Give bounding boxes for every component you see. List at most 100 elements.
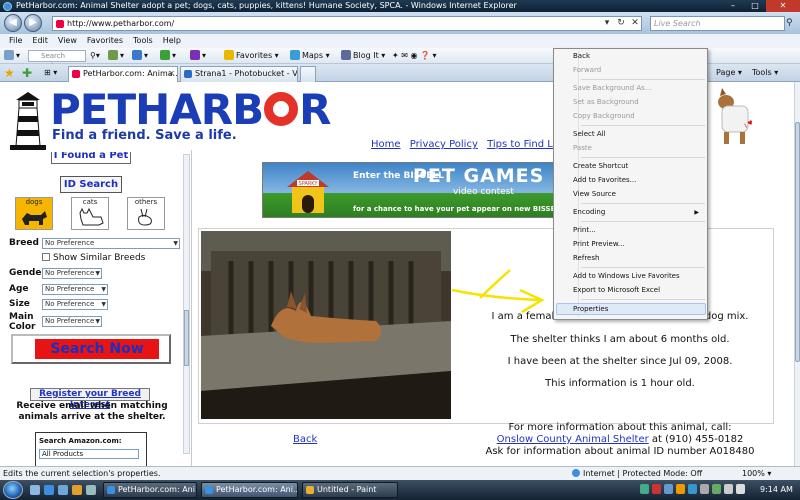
quicklaunch-more-icon[interactable]	[86, 485, 96, 495]
tab-petharbor[interactable]: PetHarbor.com: Anima... ✕	[68, 66, 178, 82]
address-dropdown-icon[interactable]: ▾	[600, 16, 614, 31]
ctx-export-excel[interactable]: Export to Microsoft Excel	[573, 285, 660, 296]
blogit-button[interactable]: Blog It ▾	[341, 50, 385, 62]
found-pet-button[interactable]: I Found a Pet	[51, 152, 131, 164]
quick-tabs-icon[interactable]: ⊞ ▾	[44, 67, 57, 79]
tray-icon[interactable]	[640, 484, 649, 494]
privacy-policy-link[interactable]: Privacy Policy	[410, 139, 478, 150]
stop-icon[interactable]: ✕	[628, 16, 642, 31]
tray-icon[interactable]	[664, 484, 673, 494]
add-favorite-icon[interactable]: ✚	[22, 66, 32, 80]
search-now-button[interactable]: Search Now	[11, 334, 171, 364]
ctx-create-shortcut[interactable]: Create Shortcut	[573, 161, 628, 172]
show-desktop-icon[interactable]	[30, 485, 40, 495]
ctx-encoding[interactable]: Encoding	[573, 207, 605, 218]
ctx-refresh[interactable]: Refresh	[573, 253, 599, 264]
ie-quicklaunch-icon[interactable]	[44, 485, 54, 495]
ctx-copy-background[interactable]: Copy Background	[573, 111, 635, 122]
sidebar-scrollbar[interactable]	[183, 154, 190, 454]
toolbar-arrow-icon[interactable]: ▾	[132, 50, 148, 62]
security-zone[interactable]: Internet | Protected Mode: Off	[572, 467, 702, 480]
volume-icon[interactable]	[736, 484, 745, 494]
home-link[interactable]: Home	[371, 139, 401, 150]
switch-windows-icon[interactable]	[58, 485, 68, 495]
petharbor-logo[interactable]: PETHARB R	[50, 88, 331, 132]
ctx-paste[interactable]: Paste	[573, 143, 592, 154]
toolbar-extra-icons[interactable]: ✦ ✉ ◉ ❓ ▾	[392, 50, 437, 62]
favorites-center-icon[interactable]: ★	[4, 66, 15, 80]
tray-icon[interactable]	[676, 484, 685, 494]
tab-photobucket[interactable]: Strana1 - Photobucket - Vi...	[180, 66, 298, 82]
maximize-button[interactable]: □	[744, 0, 766, 12]
close-button[interactable]: ✕	[766, 0, 800, 12]
back-button[interactable]: ◀	[4, 14, 22, 32]
page-scroll-thumb[interactable]	[795, 122, 800, 362]
ctx-add-live-favorites[interactable]: Add to Windows Live Favorites	[573, 271, 680, 282]
ctx-save-background[interactable]: Save Background As...	[573, 83, 652, 94]
search-icon[interactable]: ⚲	[786, 16, 798, 31]
ctx-print[interactable]: Print...	[573, 225, 596, 236]
menu-file[interactable]: File	[4, 34, 27, 48]
sidebar-scroll-thumb[interactable]	[184, 310, 189, 366]
menu-help[interactable]: Help	[158, 34, 186, 48]
tray-icon[interactable]	[700, 484, 709, 494]
tray-icon[interactable]	[712, 484, 721, 494]
network-icon[interactable]	[724, 484, 733, 494]
id-search-button[interactable]: ID Search	[60, 176, 122, 193]
ctx-select-all[interactable]: Select All	[573, 129, 606, 140]
live-search-input[interactable]: Live Search	[650, 16, 785, 31]
ctx-print-preview[interactable]: Print Preview...	[573, 239, 625, 250]
menu-favorites[interactable]: Favorites	[82, 34, 128, 48]
toolbar-search-icon[interactable]: ⚲▾	[90, 50, 100, 62]
new-tab-button[interactable]	[300, 66, 316, 82]
ctx-set-background[interactable]: Set as Background	[573, 97, 639, 108]
dog-photo[interactable]	[201, 231, 451, 419]
menu-view[interactable]: View	[53, 34, 82, 48]
refresh-icon[interactable]: ↻	[614, 16, 628, 31]
forward-button[interactable]: ▶	[24, 14, 42, 32]
folder-icon[interactable]	[72, 485, 82, 495]
taskbar-petharbor-2[interactable]: PetHarbor.com: Ani...	[201, 482, 298, 498]
menu-edit[interactable]: Edit	[27, 34, 53, 48]
tab-close-icon[interactable]: ✕	[168, 67, 175, 81]
menu-tools[interactable]: Tools	[128, 34, 158, 48]
page-menu[interactable]: Page ▾	[716, 67, 742, 79]
cats-filter[interactable]: cats	[71, 197, 109, 230]
minimize-button[interactable]: –	[722, 0, 744, 12]
maps-button[interactable]: Maps ▾	[290, 50, 330, 62]
gender-select[interactable]: No Preference ▼	[42, 268, 102, 279]
size-select[interactable]: No Preference ▼	[42, 299, 108, 310]
breed-select[interactable]: No Preference ▼	[42, 238, 180, 249]
start-button[interactable]	[3, 481, 23, 499]
tray-icon[interactable]	[652, 484, 661, 494]
similar-breeds-checkbox[interactable]: Show Similar Breeds	[42, 253, 145, 263]
clock[interactable]: 9:14 AM	[760, 482, 793, 498]
tools-menu[interactable]: Tools ▾	[752, 67, 778, 79]
mail-icon[interactable]: ▾	[108, 50, 124, 62]
ctx-properties[interactable]: Properties	[573, 304, 608, 315]
ctx-view-source[interactable]: View Source	[573, 189, 616, 200]
age-select[interactable]: No Preference ▼	[42, 284, 108, 295]
register-breed-interest-button[interactable]: Register your Breed Interest	[30, 388, 150, 410]
others-filter[interactable]: others	[127, 197, 165, 230]
shelter-link[interactable]: Onslow County Animal Shelter	[497, 434, 649, 445]
ctx-forward[interactable]: Forward	[573, 65, 601, 76]
ctx-back[interactable]: Back	[573, 51, 590, 62]
zoom-level[interactable]: 100% ▾	[742, 467, 771, 480]
grid-icon[interactable]: ▾	[4, 50, 20, 62]
tray-icon[interactable]	[688, 484, 697, 494]
ctx-add-favorites[interactable]: Add to Favorites...	[573, 175, 636, 186]
green-plus-icon[interactable]: ▾	[160, 50, 176, 62]
toolbar-search-input[interactable]: Search web...	[28, 50, 86, 70]
page-scrollbar[interactable]	[794, 82, 800, 466]
main-color-select[interactable]: No Preference ▼	[42, 316, 102, 327]
yahoo-icon[interactable]: ▾	[190, 50, 206, 62]
amazon-category-select[interactable]: All Products	[39, 449, 139, 459]
taskbar-petharbor-1[interactable]: PetHarbor.com: Ani...	[103, 482, 197, 498]
dog-in-shirt-image: I ♥	[718, 88, 755, 144]
address-field[interactable]: http://www.petharbor.com/	[52, 16, 642, 31]
back-link[interactable]: Back	[293, 434, 317, 445]
dogs-filter[interactable]: dogs	[15, 197, 53, 230]
favorites-button[interactable]: Favorites ▾	[224, 50, 279, 62]
taskbar-paint[interactable]: Untitled - Paint	[302, 482, 398, 498]
